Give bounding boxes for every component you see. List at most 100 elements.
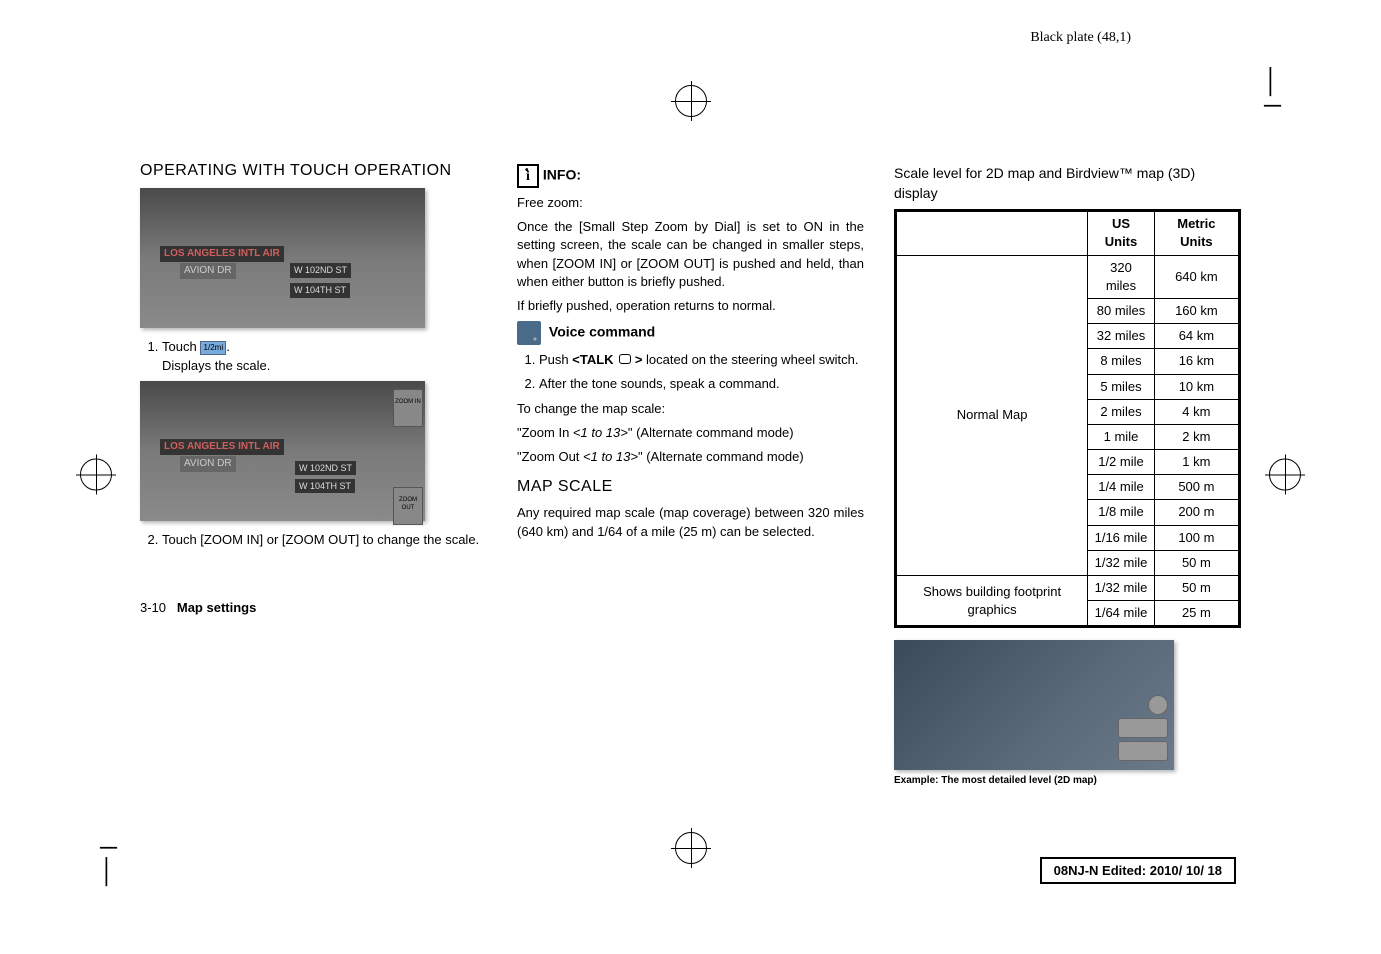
map-label: W 104TH ST <box>290 283 350 298</box>
row-label: Shows building footprint graphics <box>896 576 1088 627</box>
row-label: Normal Map <box>896 255 1088 575</box>
registration-mark <box>1269 459 1301 496</box>
map-screenshot-1: LOS ANGELES INTL AIR AVION DR W 102ND ST… <box>140 188 425 328</box>
cell: 1/8 mile <box>1088 500 1155 525</box>
cell: 80 miles <box>1088 298 1155 323</box>
map-caption: Example: The most detailed level (2D map… <box>894 774 1241 788</box>
registration-mark <box>675 85 707 122</box>
step-desc: Displays the scale. <box>162 357 487 375</box>
step-list-1: Touch 1/2mi. Displays the scale. <box>140 338 487 374</box>
step-text: Touch <box>162 339 197 354</box>
info-header: INFO: <box>517 164 864 188</box>
crop-mark: │─ <box>1264 70 1281 118</box>
column-2: INFO: Free zoom: Once the [Small Step Zo… <box>517 160 864 834</box>
scale-level-heading: Scale level for 2D map and Birdview™ map… <box>894 164 1241 203</box>
cell: 8 miles <box>1088 349 1155 374</box>
column-3: Scale level for 2D map and Birdview™ map… <box>894 160 1241 834</box>
zoom-buttons: ZOOM IN ZOOM OUT <box>393 389 421 527</box>
map-label: W 104TH ST <box>295 479 355 494</box>
cell: 1 mile <box>1088 424 1155 449</box>
step-list-2: Touch [ZOOM IN] or [ZOOM OUT] to change … <box>140 531 487 549</box>
cell: 10 km <box>1154 374 1239 399</box>
table-row: Shows building footprint graphics1/32 mi… <box>896 576 1240 601</box>
map-label: AVION DR <box>180 263 236 279</box>
cell: 200 m <box>1154 500 1239 525</box>
map-label: W 102ND ST <box>295 461 356 476</box>
voice-para-2: "Zoom In <1 to 13>" (Alternate command m… <box>517 424 864 442</box>
voice-label: Voice command <box>549 324 655 340</box>
scale-button <box>1118 741 1168 761</box>
registration-mark <box>675 832 707 869</box>
main-content: OPERATING WITH TOUCH OPERATION LOS ANGEL… <box>140 160 1241 834</box>
table-header: US Units <box>1088 211 1155 255</box>
text: Push <box>539 352 569 367</box>
cell: 32 miles <box>1088 324 1155 349</box>
cell: 640 km <box>1154 255 1239 298</box>
operating-heading: OPERATING WITH TOUCH OPERATION <box>140 160 487 182</box>
registration-mark <box>80 459 112 496</box>
map-screenshot-3 <box>894 640 1174 770</box>
compass-icon <box>1148 695 1168 715</box>
step-2: Touch [ZOOM IN] or [ZOOM OUT] to change … <box>162 531 487 549</box>
plate-header: Black plate (48,1) <box>1030 30 1131 46</box>
map-label: W 102ND ST <box>290 263 351 278</box>
talk-button-label: <TALK <box>572 352 613 367</box>
cell: 1/32 mile <box>1088 550 1155 575</box>
cell: 160 km <box>1154 298 1239 323</box>
step-1: Touch 1/2mi. Displays the scale. <box>162 338 487 374</box>
cell: 1/64 mile <box>1088 601 1155 627</box>
info-body-2: If briefly pushed, operation returns to … <box>517 297 864 315</box>
info-icon <box>517 164 539 188</box>
scale-icon: 1/2mi <box>200 341 226 355</box>
voice-step-1: Push <TALK > located on the steering whe… <box>539 351 864 369</box>
cell: 16 km <box>1154 349 1239 374</box>
crop-mark: ─│ <box>100 836 117 884</box>
text: located on the steering wheel switch. <box>646 352 858 367</box>
cell: 1 km <box>1154 450 1239 475</box>
map-label: LOS ANGELES INTL AIR <box>160 246 284 262</box>
cell: 25 m <box>1154 601 1239 627</box>
map-label: AVION DR <box>180 456 236 472</box>
cell: 2 km <box>1154 424 1239 449</box>
cell: 320 miles <box>1088 255 1155 298</box>
cell: 1/32 mile <box>1088 576 1155 601</box>
cell: 100 m <box>1154 525 1239 550</box>
mapscale-body: Any required map scale (map coverage) be… <box>517 504 864 540</box>
edition-footer: 08NJ-N Edited: 2010/ 10/ 18 <box>1040 857 1236 884</box>
table-row: Normal Map320 miles640 km <box>896 255 1240 298</box>
table-header-row: US Units Metric Units <box>896 211 1240 255</box>
voice-icon <box>517 321 541 345</box>
mapscale-heading: MAP SCALE <box>517 476 864 498</box>
cell: 5 miles <box>1088 374 1155 399</box>
cell: 1/2 mile <box>1088 450 1155 475</box>
info-label: INFO: <box>543 167 581 183</box>
cell: 2 miles <box>1088 399 1155 424</box>
map-menu-button <box>1118 718 1168 738</box>
column-1: OPERATING WITH TOUCH OPERATION LOS ANGEL… <box>140 160 487 834</box>
voice-step-2: After the tone sounds, speak a command. <box>539 375 864 393</box>
voice-steps: Push <TALK > located on the steering whe… <box>517 351 864 393</box>
page-footer: 3-10 Map settings <box>140 599 487 617</box>
text: > <box>635 352 643 367</box>
page-number: 3-10 <box>140 600 166 615</box>
talk-icon <box>617 354 631 368</box>
map-buttons <box>1118 695 1168 764</box>
cell: 64 km <box>1154 324 1239 349</box>
scale-table: US Units Metric Units Normal Map320 mile… <box>894 209 1241 628</box>
map-label: LOS ANGELES INTL AIR <box>160 439 284 455</box>
cell: 500 m <box>1154 475 1239 500</box>
cell: 1/16 mile <box>1088 525 1155 550</box>
cell: 50 m <box>1154 576 1239 601</box>
info-body: Once the [Small Step Zoom by Dial] is se… <box>517 218 864 291</box>
voice-header: Voice command <box>517 321 864 345</box>
cell: 1/4 mile <box>1088 475 1155 500</box>
section-name: Map settings <box>177 600 256 615</box>
table-header: Metric Units <box>1154 211 1239 255</box>
table-header <box>896 211 1088 255</box>
cell: 50 m <box>1154 550 1239 575</box>
voice-para-1: To change the map scale: <box>517 400 864 418</box>
zoom-in-icon: ZOOM IN <box>393 389 423 427</box>
map-screenshot-2: LOS ANGELES INTL AIR AVION DR W 102ND ST… <box>140 381 425 521</box>
cell: 4 km <box>1154 399 1239 424</box>
zoom-out-icon: ZOOM OUT <box>393 487 423 525</box>
